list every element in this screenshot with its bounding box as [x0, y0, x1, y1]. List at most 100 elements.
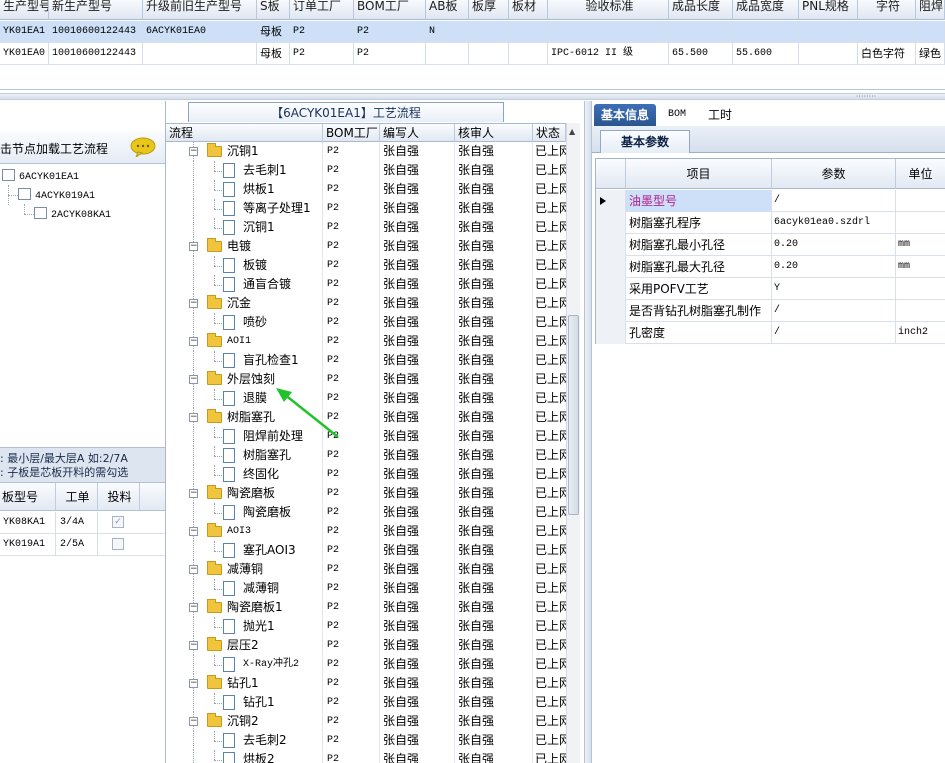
col-header-unit[interactable]: 单位: [896, 159, 945, 189]
col-header-length[interactable]: 成品长度: [669, 0, 733, 20]
col-header-new-model[interactable]: 新生产型号: [49, 0, 143, 20]
col-header-acceptance[interactable]: 验收标准: [548, 0, 669, 20]
col-header-status[interactable]: 状态: [533, 124, 566, 142]
param-row[interactable]: 树脂塞孔最小孔径 0.20 mm: [596, 234, 945, 256]
process-row[interactable]: 烘板2 P2 张自强 张自强 已上网: [166, 750, 566, 763]
process-row[interactable]: 阻焊前处理 P2 张自强 张自强 已上网: [166, 427, 566, 446]
process-row[interactable]: 烘板1 P2 张自强 张自强 已上网: [166, 180, 566, 199]
process-row[interactable]: 沉铜1 P2 张自强 张自强 已上网: [166, 218, 566, 237]
param-value[interactable]: /: [772, 300, 896, 322]
process-row[interactable]: 塞孔AOI3 P2 张自强 张自强 已上网: [166, 541, 566, 560]
process-row[interactable]: − AOI1 P2 张自强 张自强 已上网: [166, 332, 566, 351]
process-row[interactable]: 板镀 P2 张自强 张自强 已上网: [166, 256, 566, 275]
col-header-reviewer[interactable]: 核审人: [455, 124, 533, 142]
collapse-icon[interactable]: −: [189, 565, 198, 574]
process-row[interactable]: − 陶瓷磨板1 P2 张自强 张自强 已上网: [166, 598, 566, 617]
collapse-icon[interactable]: −: [189, 299, 198, 308]
process-row[interactable]: 钻孔1 P2 张自强 张自强 已上网: [166, 693, 566, 712]
row-header[interactable]: [596, 212, 626, 234]
col-header-s-board[interactable]: S板: [257, 0, 290, 20]
collapse-icon[interactable]: −: [189, 641, 198, 650]
col-header-thickness[interactable]: 板厚: [469, 0, 509, 20]
collapse-icon[interactable]: −: [189, 375, 198, 384]
process-row[interactable]: − 沉铜2 P2 张自强 张自强 已上网: [166, 712, 566, 731]
chat-bubble-icon[interactable]: [130, 137, 156, 157]
col-header-flow[interactable]: 流程: [166, 124, 323, 142]
collapse-icon[interactable]: −: [189, 489, 198, 498]
row-header[interactable]: [596, 234, 626, 256]
param-value[interactable]: 6acyk01ea0.szdrl: [772, 212, 896, 234]
col-header-feed[interactable]: 投料: [98, 483, 140, 511]
process-row[interactable]: − 陶瓷磨板 P2 张自强 张自强 已上网: [166, 484, 566, 503]
row-header[interactable]: [596, 256, 626, 278]
col-header-solder-mask[interactable]: 阻焊: [916, 0, 945, 20]
product-grid[interactable]: 生产型号 新生产型号 升级前旧生产型号 S板 订单工厂 BOM工厂 AB板 板厚…: [0, 0, 945, 90]
tree-node-6ACYK01EA1[interactable]: 6ACYK01EA1: [2, 168, 79, 186]
col-header-material[interactable]: 板材: [509, 0, 548, 20]
process-row[interactable]: 等离子处理1 P2 张自强 张自强 已上网: [166, 199, 566, 218]
col-header-bom-factory[interactable]: BOM工厂: [354, 0, 426, 20]
process-row[interactable]: 陶瓷磨板 P2 张自强 张自强 已上网: [166, 503, 566, 522]
process-tree-grid[interactable]: − 沉铜1 P2 张自强 张自强 已上网 去毛刺1 P2 张自强 张自强 已上网 烘板1 P2 张自强 张自…: [166, 142, 566, 763]
col-header-pnl[interactable]: PNL规格: [799, 0, 858, 20]
row-header[interactable]: [596, 190, 626, 212]
row-header[interactable]: [596, 278, 626, 300]
tab-bom[interactable]: BOM: [660, 104, 694, 126]
process-row[interactable]: − 外层蚀刻 P2 张自强 张自强 已上网: [166, 370, 566, 389]
splitter-grip[interactable]: ········: [840, 93, 892, 101]
collapse-icon[interactable]: −: [189, 603, 198, 612]
feed-checkbox[interactable]: ✓: [112, 516, 124, 528]
col-header-width[interactable]: 成品宽度: [733, 0, 799, 20]
process-row[interactable]: − AOI3 P2 张自强 张自强 已上网: [166, 522, 566, 541]
col-header-item[interactable]: 项目: [626, 159, 772, 189]
process-row[interactable]: X-Ray冲孔2 P2 张自强 张自强 已上网: [166, 655, 566, 674]
param-value[interactable]: 0.20: [772, 234, 896, 256]
collapse-icon[interactable]: −: [189, 413, 198, 422]
col-header-board-model[interactable]: 板型号: [0, 483, 56, 511]
col-header-old-model[interactable]: 升级前旧生产型号: [143, 0, 257, 20]
tab-work-hours[interactable]: 工时: [700, 104, 740, 126]
process-flow-title[interactable]: 【6ACYK01EA1】工艺流程: [188, 102, 504, 122]
param-row[interactable]: 孔密度 / inch2: [596, 322, 945, 344]
scroll-up-icon[interactable]: ▲: [569, 127, 575, 136]
tab-basic-info[interactable]: 基本信息: [594, 104, 656, 126]
row-header[interactable]: [596, 322, 626, 344]
process-row[interactable]: 去毛刺2 P2 张自强 张自强 已上网: [166, 731, 566, 750]
process-row[interactable]: − 减薄铜 P2 张自强 张自强 已上网: [166, 560, 566, 579]
process-row[interactable]: 树脂塞孔 P2 张自强 张自强 已上网: [166, 446, 566, 465]
table-row[interactable]: YK08KA1 3/4A ✓: [0, 512, 165, 534]
col-header-work-order[interactable]: 工单: [56, 483, 98, 511]
process-row[interactable]: 抛光1 P2 张自强 张自强 已上网: [166, 617, 566, 636]
col-header-order-factory[interactable]: 订单工厂: [290, 0, 354, 20]
feed-checkbox[interactable]: [112, 538, 124, 550]
tree-node-2ACYK08KA1[interactable]: 2ACYK08KA1: [34, 206, 111, 224]
col-header-value[interactable]: 参数: [772, 159, 896, 189]
param-value[interactable]: /: [772, 322, 896, 344]
tab-basic-params[interactable]: 基本参数: [600, 130, 690, 153]
process-scrollbar[interactable]: ▲: [566, 123, 580, 763]
process-row[interactable]: 退膜 P2 张自强 张自强 已上网: [166, 389, 566, 408]
collapse-icon[interactable]: −: [189, 717, 198, 726]
col-header-writer[interactable]: 编写人: [380, 124, 455, 142]
param-row[interactable]: 采用POFV工艺 Y: [596, 278, 945, 300]
param-row[interactable]: 树脂塞孔程序 6acyk01ea0.szdrl: [596, 212, 945, 234]
process-row[interactable]: 去毛刺1 P2 张自强 张自强 已上网: [166, 161, 566, 180]
row-header[interactable]: [596, 300, 626, 322]
col-header-bom-factory[interactable]: BOM工厂: [323, 124, 380, 142]
collapse-icon[interactable]: −: [189, 679, 198, 688]
param-value[interactable]: /: [772, 190, 896, 212]
col-header-character[interactable]: 字符: [858, 0, 916, 20]
collapse-icon[interactable]: −: [189, 242, 198, 251]
process-row[interactable]: − 树脂塞孔 P2 张自强 张自强 已上网: [166, 408, 566, 427]
param-row[interactable]: 树脂塞孔最大孔径 0.20 mm: [596, 256, 945, 278]
scroll-thumb[interactable]: [568, 315, 579, 515]
process-row[interactable]: 通盲合镀 P2 张自强 张自强 已上网: [166, 275, 566, 294]
process-row[interactable]: − 沉金 P2 张自强 张自强 已上网: [166, 294, 566, 313]
col-header-ab-board[interactable]: AB板: [426, 0, 469, 20]
process-row[interactable]: 盲孔检查1 P2 张自强 张自强 已上网: [166, 351, 566, 370]
table-row[interactable]: YK01EA0 10010600122443 母板 P2 P2 IPC-6012…: [0, 43, 945, 65]
collapse-icon[interactable]: −: [189, 147, 198, 156]
process-row[interactable]: − 钻孔1 P2 张自强 张自强 已上网: [166, 674, 566, 693]
param-row[interactable]: 是否背钻孔树脂塞孔制作 /: [596, 300, 945, 322]
horizontal-splitter[interactable]: ········: [0, 93, 945, 101]
